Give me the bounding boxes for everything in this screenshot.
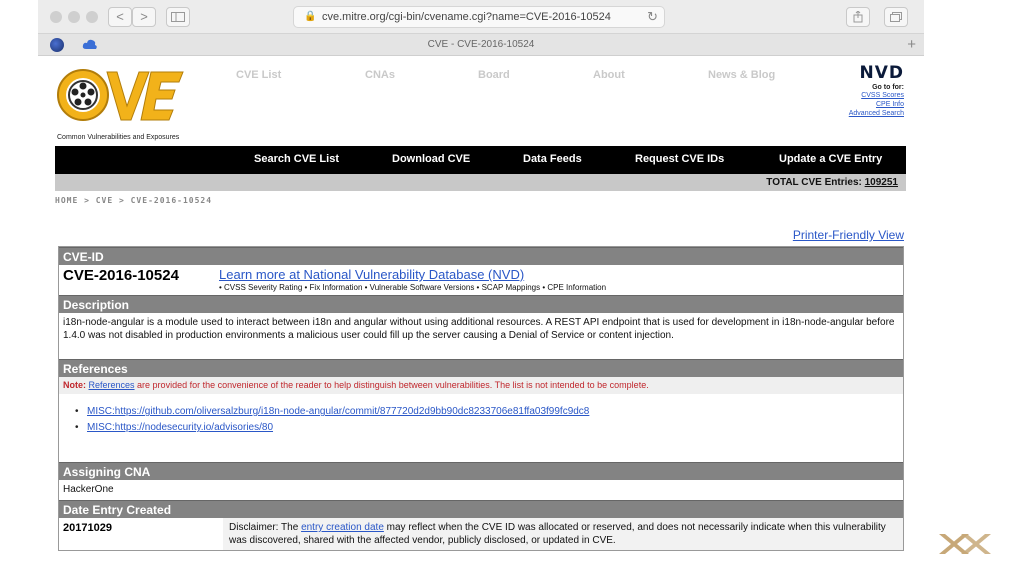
close-window-button[interactable] bbox=[50, 11, 62, 23]
share-icon bbox=[853, 10, 863, 23]
zoom-window-button[interactable] bbox=[86, 11, 98, 23]
topnav-cnas[interactable]: CNAs bbox=[365, 69, 395, 81]
date-created-header: Date Entry Created bbox=[59, 500, 903, 518]
reference-link-nodesecurity[interactable]: MISC:https://nodesecurity.io/advisories/… bbox=[87, 422, 273, 433]
nvd-goto-label: Go to for: bbox=[872, 84, 904, 91]
references-list: MISC:https://github.com/oliversalzburg/i… bbox=[59, 394, 903, 462]
nvd-cvss-link[interactable]: CVSS Scores bbox=[814, 91, 904, 100]
address-text: cve.mitre.org/cgi-bin/cvename.cgi?name=C… bbox=[322, 11, 611, 23]
nav-request-cve-ids[interactable]: Request CVE IDs bbox=[635, 153, 724, 165]
entry-creation-date-link[interactable]: entry creation date bbox=[301, 522, 384, 533]
share-button[interactable] bbox=[846, 7, 870, 27]
nav-download-cve[interactable]: Download CVE bbox=[392, 153, 470, 165]
lock-icon: 🔒 bbox=[304, 11, 317, 22]
nvd-logo[interactable]: NVD bbox=[814, 63, 904, 83]
cve-detail-table: CVE-ID CVE-2016-10524 Learn more at Nati… bbox=[58, 246, 904, 551]
topnav-cve-list[interactable]: CVE List bbox=[236, 69, 281, 81]
reload-icon[interactable]: ↻ bbox=[647, 7, 658, 27]
browser-toolbar: < > 🔒 cve.mitre.org/cgi-bin/cvename.cgi?… bbox=[38, 0, 924, 34]
tab-bar: CVE - CVE-2016-10524 + bbox=[38, 34, 924, 56]
sidebar-toggle-button[interactable] bbox=[166, 7, 190, 27]
assigning-cna-value: HackerOne bbox=[59, 480, 903, 500]
date-row: 20171029 Disclaimer: The entry creation … bbox=[59, 518, 903, 550]
topnav-board[interactable]: Board bbox=[478, 69, 510, 81]
topnav-news-blog[interactable]: News & Blog bbox=[708, 69, 775, 81]
date-created-value: 20171029 bbox=[63, 522, 112, 534]
main-nav-bar: Search CVE List Download CVE Data Feeds … bbox=[55, 146, 906, 174]
browser-window: < > 🔒 cve.mitre.org/cgi-bin/cvename.cgi?… bbox=[38, 0, 924, 576]
assigning-cna-header: Assigning CNA bbox=[59, 462, 903, 480]
topnav-about[interactable]: About bbox=[593, 69, 625, 81]
nvd-learn-more-link[interactable]: Learn more at National Vulnerability Dat… bbox=[219, 267, 606, 282]
nav-update-cve-entry[interactable]: Update a CVE Entry bbox=[779, 153, 882, 165]
cve-id-value: CVE-2016-10524 bbox=[63, 267, 179, 284]
cve-logo-graphic bbox=[57, 69, 184, 121]
disclaimer-prefix: Disclaimer: The bbox=[229, 522, 302, 533]
minimize-window-button[interactable] bbox=[68, 11, 80, 23]
total-entries-bar: TOTAL CVE Entries: 109251 bbox=[55, 174, 906, 191]
nav-search-cve-list[interactable]: Search CVE List bbox=[254, 153, 339, 165]
description-text: i18n-node-angular is a module used to in… bbox=[59, 313, 903, 359]
breadcrumb[interactable]: HOME > CVE > CVE-2016-10524 bbox=[55, 196, 212, 205]
nvd-box: NVD Go to for: CVSS Scores CPE Info Adva… bbox=[814, 63, 904, 118]
list-item: MISC:https://nodesecurity.io/advisories/… bbox=[75, 422, 903, 433]
tabs-icon bbox=[890, 12, 902, 22]
note-label: Note: bbox=[63, 380, 86, 390]
list-item: MISC:https://github.com/oliversalzburg/i… bbox=[75, 406, 903, 417]
new-tab-button[interactable]: + bbox=[907, 36, 916, 53]
nvd-advanced-search-link[interactable]: Advanced Search bbox=[814, 109, 904, 118]
active-tab-title[interactable]: CVE - CVE-2016-10524 bbox=[38, 39, 924, 50]
total-entries-label: TOTAL CVE Entries: bbox=[766, 177, 862, 188]
back-button[interactable]: < bbox=[108, 7, 132, 27]
description-header: Description bbox=[59, 295, 903, 313]
tabs-overview-button[interactable] bbox=[884, 7, 908, 27]
printer-friendly-link[interactable]: Printer-Friendly View bbox=[793, 228, 904, 242]
references-note: Note: References are provided for the co… bbox=[59, 377, 903, 394]
nvd-features-list: • CVSS Severity Rating • Fix Information… bbox=[219, 283, 607, 292]
reference-link-github[interactable]: MISC:https://github.com/oliversalzburg/i… bbox=[87, 406, 589, 417]
references-header: References bbox=[59, 359, 903, 377]
note-references-link[interactable]: References bbox=[89, 380, 135, 390]
total-entries-value[interactable]: 109251 bbox=[865, 177, 898, 188]
nav-data-feeds[interactable]: Data Feeds bbox=[523, 153, 582, 165]
cve-id-row: CVE-2016-10524 Learn more at National Vu… bbox=[59, 265, 903, 295]
cve-logo[interactable]: Common Vulnerabilities and Exposures bbox=[55, 62, 225, 142]
corner-brand-logo bbox=[939, 534, 991, 554]
nvd-cpe-link[interactable]: CPE Info bbox=[814, 100, 904, 109]
cve-tagline: Common Vulnerabilities and Exposures bbox=[57, 134, 180, 141]
sidebar-icon bbox=[171, 12, 185, 22]
cve-id-header: CVE-ID bbox=[59, 247, 903, 265]
note-text: are provided for the convenience of the … bbox=[134, 380, 649, 390]
site-header: Common Vulnerabilities and Exposures CVE… bbox=[38, 56, 924, 148]
address-bar[interactable]: 🔒 cve.mitre.org/cgi-bin/cvename.cgi?name… bbox=[293, 6, 665, 28]
forward-button[interactable]: > bbox=[132, 7, 156, 27]
date-disclaimer: Disclaimer: The entry creation date may … bbox=[223, 518, 903, 550]
